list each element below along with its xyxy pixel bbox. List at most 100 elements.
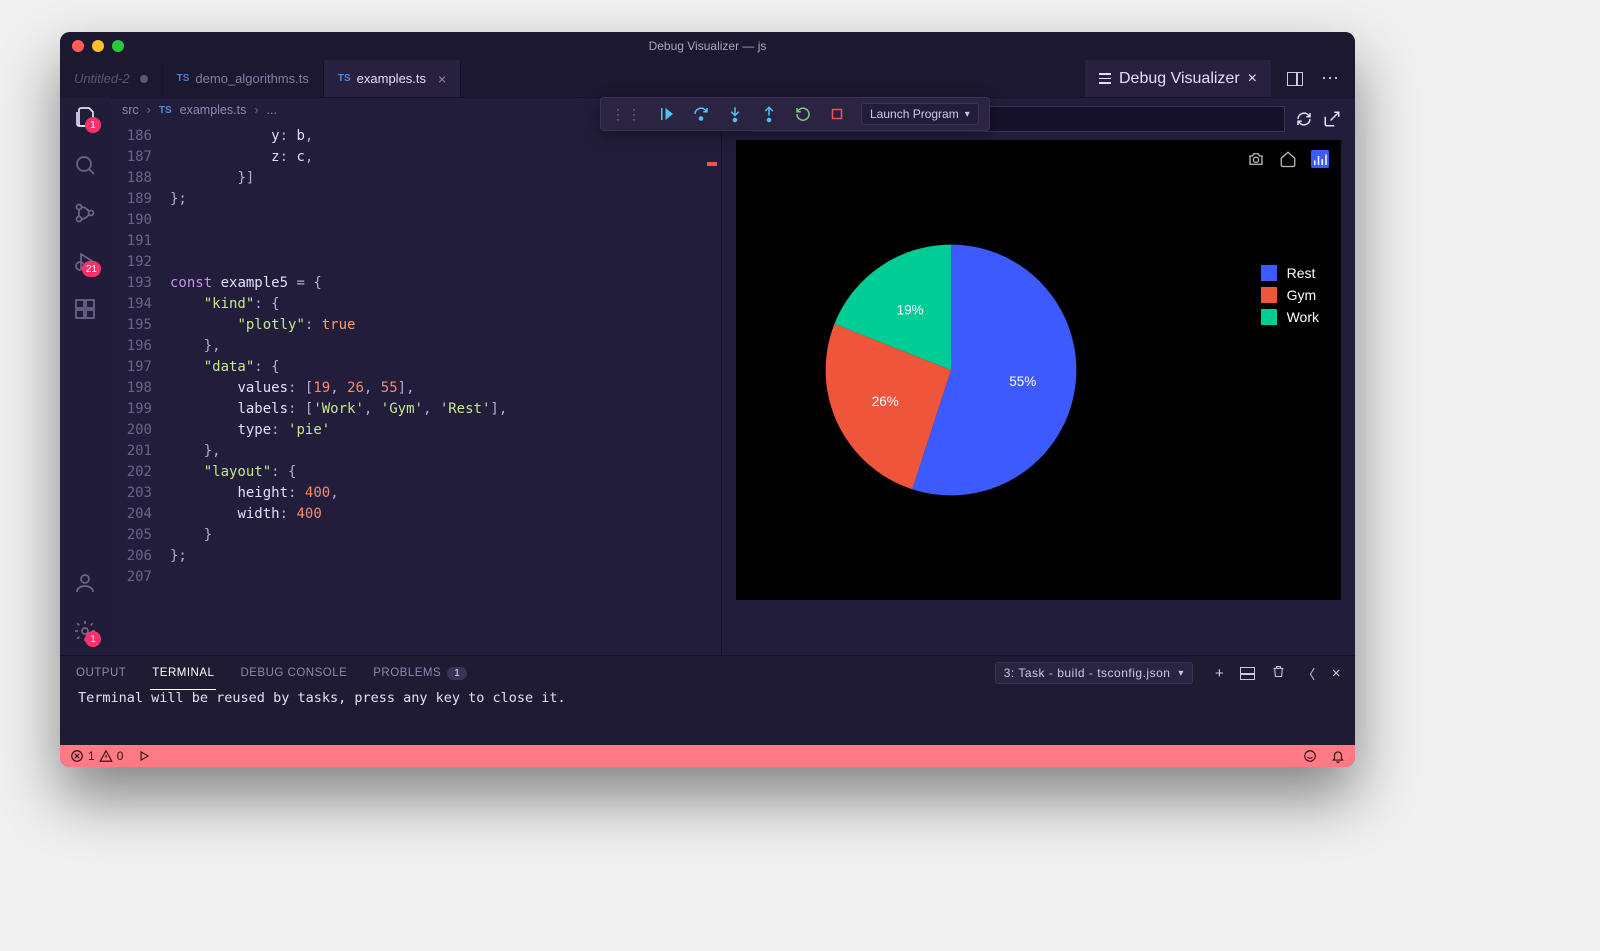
code-line[interactable]: 200 type: 'pie' (110, 420, 721, 441)
close-tab-icon[interactable]: × (1248, 70, 1257, 88)
step-over-button[interactable] (691, 104, 711, 124)
breadcrumb-folder[interactable]: src (122, 103, 139, 117)
stop-button[interactable] (827, 104, 847, 124)
launch-config-select[interactable]: Launch Program ▾ (861, 103, 979, 125)
status-bell-icon[interactable] (1331, 749, 1345, 763)
badge: 21 (82, 261, 101, 277)
code-text: type: 'pie' (170, 420, 330, 441)
code-editor[interactable]: src › TS examples.ts › ... 186 y: b,187 … (110, 98, 722, 655)
panel-tab-problems[interactable]: PROBLEMS 1 (371, 656, 469, 690)
new-terminal-icon[interactable]: + (1215, 665, 1224, 682)
code-text: z: c, (170, 147, 313, 168)
refresh-icon[interactable] (1295, 110, 1313, 128)
legend-item[interactable]: Work (1261, 309, 1319, 325)
preview-icon (1099, 73, 1111, 84)
code-text: }] (170, 168, 254, 189)
step-out-button[interactable] (759, 104, 779, 124)
code-line[interactable]: 190 (110, 210, 721, 231)
tab-untitled[interactable]: Untitled-2 (60, 60, 163, 97)
chevron-down-icon: ▾ (1178, 668, 1184, 679)
code-text: }, (170, 336, 221, 357)
code-line[interactable]: 202 "layout": { (110, 462, 721, 483)
explorer-icon[interactable]: 1 (73, 105, 97, 129)
error-count: 1 (88, 749, 95, 763)
code-line[interactable]: 205 } (110, 525, 721, 546)
code-line[interactable]: 196 }, (110, 336, 721, 357)
editor-area: src › TS examples.ts › ... 186 y: b,187 … (110, 97, 1355, 655)
status-problems[interactable]: 1 0 (70, 749, 123, 763)
panel-tabs: OUTPUT TERMINAL DEBUG CONSOLE PROBLEMS 1… (60, 656, 1355, 690)
code-line[interactable]: 201 }, (110, 441, 721, 462)
continue-button[interactable] (657, 104, 677, 124)
legend-item[interactable]: Gym (1261, 287, 1319, 303)
code-line[interactable]: 187 z: c, (110, 147, 721, 168)
code-text: } (170, 525, 212, 546)
tab-examples[interactable]: TS examples.ts × (324, 60, 461, 97)
close-panel-icon[interactable]: × (1332, 665, 1341, 682)
code-line[interactable]: 197 "data": { (110, 357, 721, 378)
vscode-window: Debug Visualizer — js Untitled-2 TS demo… (60, 32, 1355, 767)
breadcrumb-file[interactable]: examples.ts (180, 103, 247, 117)
popout-icon[interactable] (1323, 110, 1341, 128)
code-line[interactable]: 193const example5 = { (110, 273, 721, 294)
tab-debug-visualizer[interactable]: Debug Visualizer × (1085, 60, 1271, 97)
debug-icon[interactable]: 21 (73, 249, 97, 273)
extensions-icon[interactable] (73, 297, 97, 321)
overview-ruler (707, 122, 717, 655)
legend-swatch (1261, 309, 1277, 325)
panel-tab-terminal[interactable]: TERMINAL (150, 656, 216, 690)
line-number: 201 (110, 441, 170, 462)
code-line[interactable]: 191 (110, 231, 721, 252)
activity-bar: 1 21 1 (60, 97, 110, 655)
code-text: }; (170, 189, 187, 210)
code-line[interactable]: 198 values: [19, 26, 55], (110, 378, 721, 399)
ts-icon: TS (159, 105, 172, 116)
breadcrumb-more[interactable]: ... (267, 103, 277, 117)
line-number: 207 (110, 567, 170, 588)
slice-label: 26% (872, 394, 899, 409)
code-line[interactable]: 203 height: 400, (110, 483, 721, 504)
accounts-icon[interactable] (73, 571, 97, 595)
terminal-content[interactable]: Terminal will be reused by tasks, press … (60, 690, 1355, 745)
code-line[interactable]: 188 }] (110, 168, 721, 189)
source-control-icon[interactable] (73, 201, 97, 225)
settings-icon[interactable]: 1 (73, 619, 97, 643)
code-line[interactable]: 189}; (110, 189, 721, 210)
chevron-right-icon: › (147, 103, 151, 117)
trash-icon[interactable] (1271, 664, 1286, 683)
legend-item[interactable]: Rest (1261, 265, 1319, 281)
panel-tab-debug-console[interactable]: DEBUG CONSOLE (238, 656, 349, 690)
split-editor-icon[interactable] (1287, 72, 1303, 86)
code-line[interactable]: 194 "kind": { (110, 294, 721, 315)
code-text: height: 400, (170, 483, 339, 504)
close-tab-icon[interactable]: × (438, 71, 446, 87)
code-line[interactable]: 192 (110, 252, 721, 273)
code-text: width: 400 (170, 504, 322, 525)
code-line[interactable]: 204 width: 400 (110, 504, 721, 525)
chart-legend: Rest Gym Work (1261, 265, 1319, 325)
maximize-panel-icon[interactable]: 〈 (1302, 664, 1316, 683)
line-number: 203 (110, 483, 170, 504)
code-line[interactable]: 207 (110, 567, 721, 588)
drag-handle-icon[interactable]: ⋮⋮ (611, 106, 643, 123)
split-terminal-icon[interactable] (1240, 667, 1255, 680)
panel-tab-output[interactable]: OUTPUT (74, 656, 128, 690)
chevron-right-icon: › (254, 103, 258, 117)
tab-demo-algorithms[interactable]: TS demo_algorithms.ts (163, 60, 324, 97)
more-actions-icon[interactable]: ⋯ (1321, 68, 1339, 89)
code-line[interactable]: 206}; (110, 546, 721, 567)
status-run[interactable] (137, 749, 151, 763)
code-line[interactable]: 199 labels: ['Work', 'Gym', 'Rest'], (110, 399, 721, 420)
step-into-button[interactable] (725, 104, 745, 124)
restart-button[interactable] (793, 104, 813, 124)
modified-indicator-icon (140, 75, 148, 83)
status-feedback-icon[interactable] (1303, 749, 1317, 763)
code-text: values: [19, 26, 55], (170, 378, 415, 399)
line-number: 196 (110, 336, 170, 357)
search-icon[interactable] (73, 153, 97, 177)
debug-toolbar[interactable]: ⋮⋮ Launch Program ▾ (600, 97, 990, 131)
code-content[interactable]: 186 y: b,187 z: c,188 }]189};19019119219… (110, 122, 721, 655)
terminal-select[interactable]: 3: Task - build - tsconfig.json ▾ (995, 662, 1193, 684)
code-line[interactable]: 195 "plotly": true (110, 315, 721, 336)
code-text: }; (170, 546, 187, 567)
